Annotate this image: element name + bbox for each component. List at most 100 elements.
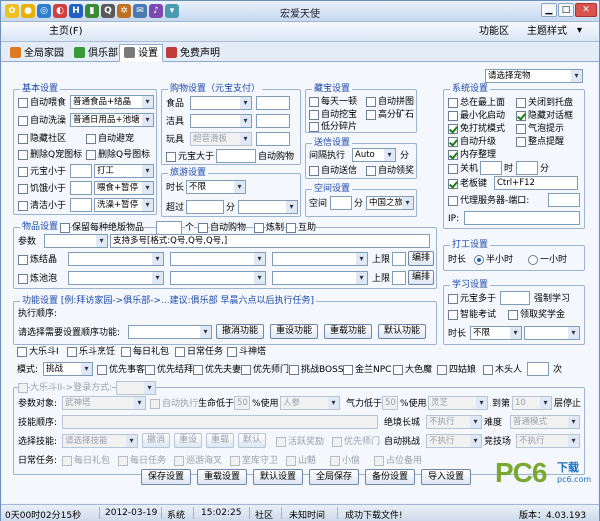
cancel-function-button[interactable]: 撤消功能	[216, 324, 264, 339]
coin-less-checkbox[interactable]	[18, 167, 28, 177]
tab-settings[interactable]: 设置	[119, 44, 163, 62]
auto-puzzle-checkbox[interactable]	[366, 97, 376, 107]
target-select[interactable]: 武神塔	[62, 396, 146, 410]
minimize-button[interactable]: ▁	[541, 3, 557, 17]
crystal-arrange-button[interactable]: 编排	[408, 251, 434, 266]
space-input[interactable]	[330, 196, 352, 210]
auto-wash-checkbox[interactable]	[18, 116, 28, 126]
toy-count-input[interactable]	[256, 132, 290, 146]
close-to-tray-checkbox[interactable]	[516, 98, 526, 108]
params-select[interactable]	[44, 234, 108, 248]
theme-menu[interactable]: 主题样式	[527, 26, 567, 38]
reload-settings-button[interactable]: 重载设置	[197, 469, 247, 485]
pond-arrange-button[interactable]: 编排	[408, 270, 434, 285]
auto-receive-checkbox[interactable]	[366, 166, 376, 176]
hunger-action-select[interactable]: 喂食+暂停	[94, 181, 154, 195]
auto-feed-select[interactable]: 普通食品+结晶	[70, 95, 154, 109]
boss-key-checkbox[interactable]	[448, 179, 458, 189]
washing-count-input[interactable]	[256, 114, 290, 128]
reset-function-button[interactable]: 重设功能	[270, 324, 318, 339]
mode-opt-checkbox-5[interactable]	[289, 365, 299, 375]
skill-order-input[interactable]	[62, 415, 378, 429]
keep-rare-checkbox[interactable]	[60, 223, 70, 233]
qi-item-select[interactable]: 灵芝	[428, 396, 488, 410]
one-hour-radio[interactable]	[528, 255, 538, 265]
proxy-checkbox[interactable]	[448, 196, 458, 206]
hide-dialog-checkbox[interactable]	[516, 111, 526, 121]
daily-item-checkbox-6[interactable]	[330, 456, 340, 466]
fight-checkbox[interactable]	[18, 383, 28, 393]
hunger-less-checkbox[interactable]	[18, 184, 28, 194]
pond-upper-input[interactable]	[392, 271, 406, 285]
no-disturb-checkbox[interactable]	[448, 124, 458, 134]
daily-item-checkbox-2[interactable]	[118, 456, 128, 466]
mentor-checkbox[interactable]	[332, 437, 342, 447]
scholarship-checkbox[interactable]	[508, 310, 518, 320]
floor-select[interactable]: 10	[512, 396, 552, 410]
task-checkbox-4[interactable]	[175, 347, 185, 357]
bubble-checkbox[interactable]	[516, 124, 526, 134]
auto-dig-checkbox[interactable]	[309, 110, 319, 120]
maximize-button[interactable]: □	[558, 3, 574, 17]
life-item-select[interactable]: 人参	[280, 396, 340, 410]
del-q-icon-checkbox[interactable]	[86, 150, 96, 160]
task-checkbox-5[interactable]	[227, 347, 237, 357]
hourly-alert-checkbox[interactable]	[516, 137, 526, 147]
daily-item-checkbox-5[interactable]	[286, 456, 296, 466]
interval-select[interactable]: Auto	[352, 148, 396, 162]
close-button[interactable]: ✕	[575, 3, 597, 17]
hunger-less-input[interactable]	[70, 181, 92, 195]
mode-opt-checkbox-1[interactable]	[97, 365, 107, 375]
diff-select[interactable]: 普通模式	[510, 415, 580, 429]
qi-pct-input[interactable]: 50	[382, 396, 398, 410]
clean-less-input[interactable]	[70, 198, 92, 212]
proxy-port-input[interactable]	[548, 193, 580, 207]
choose-function-select[interactable]	[128, 325, 212, 339]
event-checkbox[interactable]	[276, 437, 286, 447]
shutdown-minute-input[interactable]	[516, 161, 538, 175]
boss-key-input[interactable]: Ctrl+F12	[494, 176, 578, 190]
auto-buy-checkbox[interactable]	[198, 223, 208, 233]
del-pet-icon-checkbox[interactable]	[18, 150, 28, 160]
coin-gt-input[interactable]	[216, 149, 256, 163]
mode-opt-checkbox-6[interactable]	[343, 365, 353, 375]
travel-place-select[interactable]	[238, 200, 298, 214]
min-start-checkbox[interactable]	[448, 111, 458, 121]
task-checkbox-3[interactable]	[121, 347, 131, 357]
hide-community-checkbox[interactable]	[18, 134, 28, 144]
craft-checkbox[interactable]	[254, 223, 264, 233]
life-pct-input[interactable]: 50	[234, 396, 250, 410]
auto-exec-checkbox[interactable]	[150, 399, 160, 409]
crystal-upper-input[interactable]	[392, 252, 406, 266]
shutdown-hour-input[interactable]	[480, 161, 502, 175]
backup-settings-button[interactable]: 备份设置	[365, 469, 415, 485]
pond-select-2[interactable]	[170, 271, 266, 285]
mode-opt-checkbox-2[interactable]	[145, 365, 155, 375]
auto-wash-select[interactable]: 普通日用品+池塘	[70, 113, 154, 127]
mode-opt-checkbox-4[interactable]	[241, 365, 251, 375]
mutual-checkbox[interactable]	[286, 223, 296, 233]
crystal-select-2[interactable]	[170, 252, 266, 266]
auto-send-checkbox[interactable]	[309, 166, 319, 176]
washing-select[interactable]	[190, 114, 252, 128]
half-hour-radio[interactable]	[474, 255, 484, 265]
select-skill-select[interactable]: 请选择技能	[62, 434, 138, 448]
default-function-button[interactable]: 默认功能	[378, 324, 426, 339]
arena-select[interactable]: 不执行	[516, 434, 580, 448]
tab-club[interactable]: 俱乐部	[69, 44, 123, 62]
absolute-select[interactable]: 不执行	[426, 415, 482, 429]
crystal-select-1[interactable]	[68, 252, 164, 266]
times-input[interactable]	[527, 362, 549, 376]
pet-select[interactable]: 请选择宠物	[485, 69, 583, 83]
crystal-checkbox[interactable]	[18, 255, 28, 265]
reload-function-button[interactable]: 重载功能	[324, 324, 372, 339]
daily-item-checkbox-3[interactable]	[174, 456, 184, 466]
crystal-select-3[interactable]	[272, 252, 368, 266]
daily-item-checkbox-7[interactable]	[374, 456, 384, 466]
study-course-select[interactable]	[524, 326, 580, 340]
travel-exceed-input[interactable]	[186, 200, 224, 214]
skill-reset-button[interactable]: 重设	[174, 433, 202, 448]
clean-action-select[interactable]: 洗澡+暂停	[94, 198, 154, 212]
task-checkbox-1[interactable]	[17, 347, 27, 357]
study-duration-select[interactable]: 不限	[470, 326, 522, 340]
